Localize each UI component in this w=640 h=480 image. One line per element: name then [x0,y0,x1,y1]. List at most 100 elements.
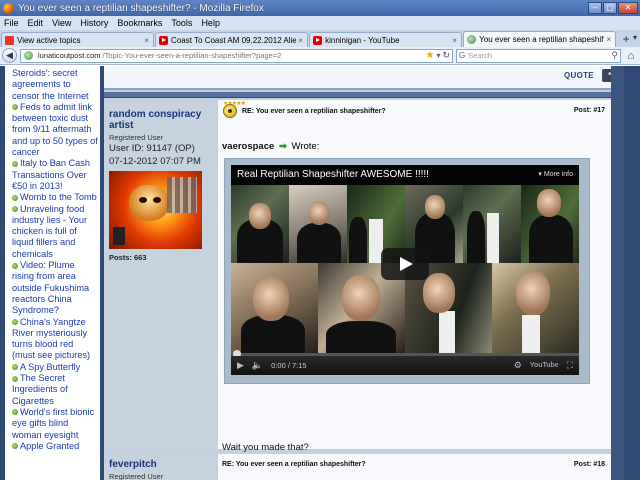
menu-bar: File Edit View History Bookmarks Tools H… [0,16,640,30]
tab-list-icon[interactable]: ▾ [633,33,637,47]
bullet-icon [12,194,18,201]
wrote-label: Wrote: [291,141,320,152]
tab-coast-to-coast[interactable]: Coast To Coast AM 09.22.2012 Alien Visi.… [155,32,309,47]
sidebar-link[interactable]: Womb to the Tomb [12,192,98,203]
bullet-icon [12,409,18,416]
post-message: Wait you made that? [222,442,309,453]
video-title[interactable]: Real Reptilian Shapeshifter AWESOME !!!!… [231,165,579,185]
youtube-icon [313,35,323,45]
tab-reptilian-shapeshifter[interactable]: You ever seen a reptilian shapeshifter? … [463,31,617,47]
menu-tools[interactable]: Tools [171,18,192,28]
author-rank: Registered User [109,472,164,480]
author-name[interactable]: random conspiracy artist [109,109,216,131]
sidebar-link[interactable]: Apple Granted [12,441,98,452]
author-panel: feverpitch Registered User [104,454,216,480]
tab-label: You ever seen a reptilian shapeshifter? [479,35,605,44]
search-bar[interactable]: G Search ⚲ [456,48,621,63]
bullet-icon [12,443,18,450]
post-body: RE: You ever seen a reptilian shapeshift… [218,454,611,480]
post-subject: RE: You ever seen a reptilian shapeshift… [242,108,386,115]
quote-arrow-icon[interactable]: ➡ [279,141,287,152]
post-number-link[interactable]: Post: #18 [574,461,605,468]
new-tab-button[interactable]: + [619,33,633,47]
site-identity-icon[interactable] [24,51,33,60]
reload-icon[interactable]: ↻ [442,50,450,61]
menu-history[interactable]: History [80,18,108,28]
tab-close-icon[interactable]: × [296,36,305,45]
tab-close-icon[interactable]: × [450,36,459,45]
browser-window: You ever seen a reptilian shapeshifter? … [0,0,640,480]
author-post-count: Posts: 663 [109,253,147,262]
post-header: ★★★★★ RE: You ever seen a reptilian shap… [218,100,611,118]
post-date: 07-12-2012 07:07 PM [109,156,201,167]
home-icon[interactable]: ⌂ [624,50,638,62]
post-body: ★★★★★ RE: You ever seen a reptilian shap… [218,100,618,477]
play-button[interactable] [381,248,429,280]
firefox-logo-icon [3,2,14,14]
tab-kinninigan[interactable]: kinninigan - YouTube × [309,32,463,47]
author-panel: random conspiracy artist Registered User… [104,100,216,449]
sidebar-link[interactable]: Steroids': secret agreements to censor t… [12,68,98,102]
smiley-icon [223,104,237,118]
quote-link[interactable]: QUOTE [564,71,594,80]
sidebar-link[interactable]: The Secret Ingredients of Cigarettes [12,373,98,407]
menu-help[interactable]: Help [201,18,220,28]
quote-attribution: vaerospace ➡ Wrote: [222,141,319,152]
bullet-icon [12,160,18,167]
minimize-button[interactable]: – [588,2,602,14]
sidebar-link[interactable]: China's Yangtze River mysteriously turns… [12,317,98,362]
sidebar-link[interactable]: A Spy Butterfly [12,362,98,373]
tab-close-icon[interactable]: × [142,36,151,45]
bullet-icon [12,375,18,382]
play-icon[interactable]: ▶ [237,360,244,371]
menu-view[interactable]: View [52,18,71,28]
sidebar-link[interactable]: Feds to admit link between toxic dust fr… [12,102,98,158]
quote-box: Real Reptilian Shapeshifter AWESOME !!!!… [224,158,590,384]
url-host: lunaticoutpost.com [38,51,101,60]
sidebar-link[interactable]: World's first bionic eye gifts blind wom… [12,407,98,441]
author-rank: Registered User [109,133,164,142]
youtube-logo[interactable]: YouTube [530,362,559,369]
bullet-icon [12,319,18,326]
author-name[interactable]: feverpitch [109,459,216,470]
bullet-icon [12,262,18,269]
post-number-link[interactable]: Post: #17 [574,107,605,114]
url-path: /Topic-You-ever-seen-a-reptilian-shapesh… [102,51,282,60]
doc-icon [5,35,14,45]
page-viewport: Steroids': secret agreements to censor t… [0,66,640,480]
quoted-user[interactable]: vaerospace [222,141,274,152]
search-icon[interactable]: ⚲ [611,50,618,61]
back-button[interactable]: ◀ [2,48,17,63]
tab-view-active-topics[interactable]: View active topics × [1,32,155,47]
navigation-bar: ◀ lunaticoutpost.com/Topic-You-ever-seen… [0,47,640,65]
news-sidebar: Steroids': secret agreements to censor t… [5,66,100,480]
menu-bookmarks[interactable]: Bookmarks [117,18,162,28]
menu-edit[interactable]: Edit [28,18,44,28]
tab-label: View active topics [17,35,81,45]
maximize-button[interactable]: ▢ [603,2,617,14]
post-subject: RE: You ever seen a reptilian shapeshift… [222,461,366,468]
close-button[interactable]: ✕ [618,2,638,14]
page-scrollbar[interactable] [611,66,624,480]
more-info-button[interactable]: ▾ More info [538,170,573,178]
sidebar-link[interactable]: Unraveling food industry lies - Your chi… [12,204,98,260]
post-17: random conspiracy artist Registered User… [104,100,624,477]
settings-icon[interactable]: ⚙ [514,360,522,371]
fullscreen-icon[interactable]: ⛶ [567,360,573,371]
sidebar-link[interactable]: Italy to Ban Cash Transactions Over €50 … [12,158,98,192]
search-engine-icon[interactable]: G [459,51,465,60]
bullet-icon [12,104,18,111]
dropdown-arrow-icon[interactable]: ▾ [436,51,440,60]
author-user-id: User ID: 91147 (OP) [109,143,195,154]
volume-icon[interactable]: 🔈 [252,360,263,371]
tab-close-icon[interactable]: × [604,35,613,44]
bookmark-star-icon[interactable]: ★ [425,50,434,61]
sidebar-link[interactable]: Video: Plume rising from area outside Fu… [12,260,98,316]
menu-file[interactable]: File [4,18,19,28]
url-bar[interactable]: lunaticoutpost.com/Topic-You-ever-seen-a… [20,48,453,63]
tab-label: kinninigan - YouTube [325,35,400,45]
youtube-embed[interactable]: Real Reptilian Shapeshifter AWESOME !!!!… [231,165,579,375]
youtube-icon [159,35,169,45]
post-18: feverpitch Registered User RE: You ever … [104,454,624,480]
post-separator [104,92,624,98]
